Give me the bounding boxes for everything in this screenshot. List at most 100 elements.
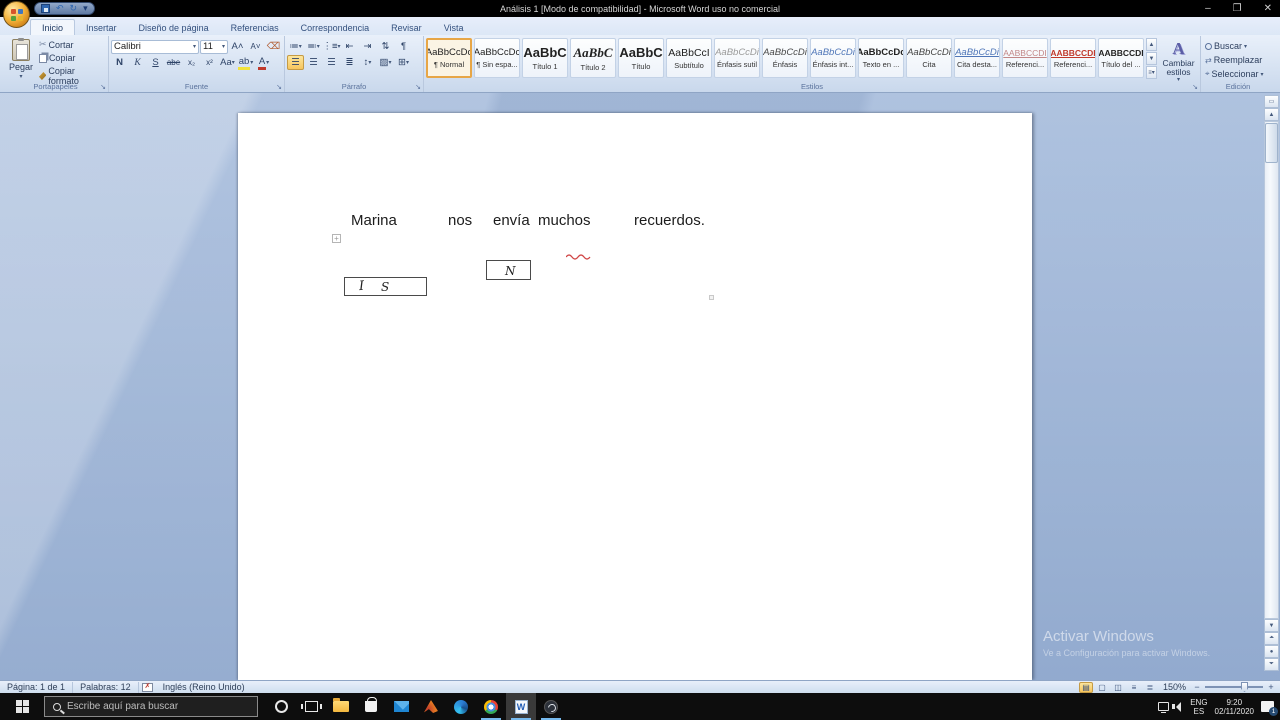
style-referencia-intensa[interactable]: AABBCCDI Referenci... [1050,38,1096,78]
show-paragraph-marks-icon[interactable]: ¶ [395,39,412,54]
print-layout-view-icon[interactable]: ▤ [1078,681,1093,693]
change-styles-button[interactable]: A Cambiar estilos ▾ [1159,38,1198,84]
save-icon[interactable] [41,4,50,13]
task-view-button[interactable] [296,693,326,720]
office-button[interactable] [3,1,30,28]
zoom-in-button[interactable]: + [1266,682,1276,692]
scroll-down-icon[interactable]: ▼ [1264,619,1279,632]
zoom-out-button[interactable]: − [1192,682,1202,692]
word-button[interactable]: W [506,693,536,720]
dialog-launcher-icon[interactable]: ↘ [415,83,421,91]
zoom-level[interactable]: 150% [1163,682,1186,692]
redo-icon[interactable]: ↻ [70,3,78,14]
tab-diseno-de-pagina[interactable]: Diseño de página [128,20,220,35]
style-referencia-sutil[interactable]: AABBCCDI Referenci... [1002,38,1048,78]
bold-button[interactable]: N [111,55,128,70]
select-browse-object-icon[interactable]: ● [1264,645,1279,658]
edge-button[interactable] [446,693,476,720]
gallery-up-icon[interactable]: ▲ [1146,38,1157,51]
fullscreen-view-icon[interactable]: ▢ [1095,682,1109,693]
network-icon[interactable] [1158,702,1170,713]
document-word[interactable]: recuerdos. [634,212,705,229]
web-layout-view-icon[interactable]: ◫ [1111,682,1125,693]
scroll-up-icon[interactable]: ▲ [1264,108,1279,121]
borders-icon[interactable]: ⊞ ▾ [395,55,412,70]
style-sin-espaciado[interactable]: AaBbCcDc ¶ Sin espa... [474,38,520,78]
zoom-slider-track[interactable] [1205,682,1263,692]
style-enfasis-sutil[interactable]: AaBbCcDi Énfasis sutil [714,38,760,78]
document-word[interactable]: Marina [351,212,397,229]
paste-button[interactable]: Pegar ▾ [5,37,37,80]
tab-referencias[interactable]: Referencias [220,20,290,35]
gallery-more-icon[interactable]: ≡▾ [1146,66,1157,79]
obs-button[interactable] [536,693,566,720]
qat-customize-icon[interactable]: ▾ [83,3,88,14]
line-spacing-icon[interactable]: ↕ ▾ [359,55,376,70]
action-center-icon[interactable]: 1 [1261,701,1278,716]
cut-button[interactable]: ✂ Cortar [37,38,106,51]
scrollbar-thumb[interactable] [1265,123,1278,163]
tab-insertar[interactable]: Insertar [75,20,128,35]
language-switcher[interactable]: ENG ES [1190,698,1207,716]
tab-inicio[interactable]: Inicio [30,19,76,35]
dialog-launcher-icon[interactable]: ↘ [1192,83,1198,91]
language-indicator[interactable]: Inglés (Reino Unido) [156,682,252,693]
mail-button[interactable] [386,693,416,720]
style-titulo-2[interactable]: AaBbC Título 2 [570,38,616,78]
outline-view-icon[interactable]: ≡ [1127,682,1141,693]
document-word[interactable]: envía [493,212,530,229]
font-size-select[interactable]: 11 ▾ [200,39,228,54]
multilevel-list-icon[interactable]: ⋮≡ ▾ [322,39,340,54]
restore-button[interactable]: ❐ [1233,0,1242,17]
subscript-button[interactable]: x₂ [183,55,200,70]
select-button[interactable]: ⌖ Seleccionar ▾ [1203,68,1273,80]
sort-icon[interactable]: ⇅ [377,39,394,54]
minimize-button[interactable]: – [1205,0,1211,17]
font-color-button[interactable]: A ▾ [255,55,272,70]
word-count[interactable]: Palabras: 12 [73,681,139,693]
justify-icon[interactable]: ≣ [341,55,358,70]
style-normal[interactable]: AaBbCcDc ¶ Normal [426,38,472,78]
taskbar-search[interactable] [44,696,258,717]
shrink-font-icon[interactable]: A˅ [247,39,264,54]
textbox-is[interactable]: I S [344,277,427,296]
document-page[interactable]: Marina nos envía muchos recuerdos. + N I… [238,113,1032,680]
style-cita[interactable]: AaBbCcDi Cita [906,38,952,78]
tab-revisar[interactable]: Revisar [380,20,433,35]
tab-vista[interactable]: Vista [433,20,475,35]
tab-correspondencia[interactable]: Correspondencia [290,20,381,35]
grow-font-icon[interactable]: A˄ [229,39,246,54]
autocorrect-handle[interactable] [709,295,714,300]
search-input[interactable] [67,701,237,712]
align-center-icon[interactable]: ☰ [305,55,322,70]
style-titulo[interactable]: AaBbC Título [618,38,664,78]
numbering-icon[interactable]: ≕ ▾ [305,39,322,54]
document-word[interactable]: muchos [538,212,591,229]
bullets-icon[interactable]: ≔ ▾ [287,39,304,54]
italic-button[interactable]: K [129,55,146,70]
scrollbar-track[interactable] [1264,121,1279,619]
style-enfasis[interactable]: AaBbCcDi Énfasis [762,38,808,78]
shading-icon[interactable]: ▨ ▾ [377,55,394,70]
style-subtitulo[interactable]: AaBbCcI Subtítulo [666,38,712,78]
volume-icon[interactable] [1172,701,1182,712]
style-titulo-1[interactable]: AaBbC Título 1 [522,38,568,78]
style-cita-destacada[interactable]: AaBbCcDi Cita desta... [954,38,1000,78]
superscript-button[interactable]: x² [201,55,218,70]
matlab-button[interactable] [416,693,446,720]
file-explorer-button[interactable] [326,693,356,720]
zoom-slider-thumb[interactable] [1241,682,1248,692]
change-case-button[interactable]: Aa ▾ [219,55,236,70]
start-button[interactable] [0,693,44,720]
replace-button[interactable]: ⇄ Reemplazar [1203,54,1273,66]
next-page-icon[interactable]: ⏷ [1264,658,1279,671]
spellcheck-status-icon[interactable] [141,682,153,692]
underline-button[interactable]: S [147,55,164,70]
cortana-button[interactable] [266,693,296,720]
object-move-handle-icon[interactable]: + [332,234,341,243]
style-enfasis-intenso[interactable]: AaBbCcDi Énfasis int... [810,38,856,78]
copy-button[interactable]: Copiar [37,52,106,64]
font-family-select[interactable]: Calibri ▾ [111,39,199,54]
undo-icon[interactable]: ↶ [56,3,64,14]
decrease-indent-icon[interactable]: ⇤ [341,39,358,54]
